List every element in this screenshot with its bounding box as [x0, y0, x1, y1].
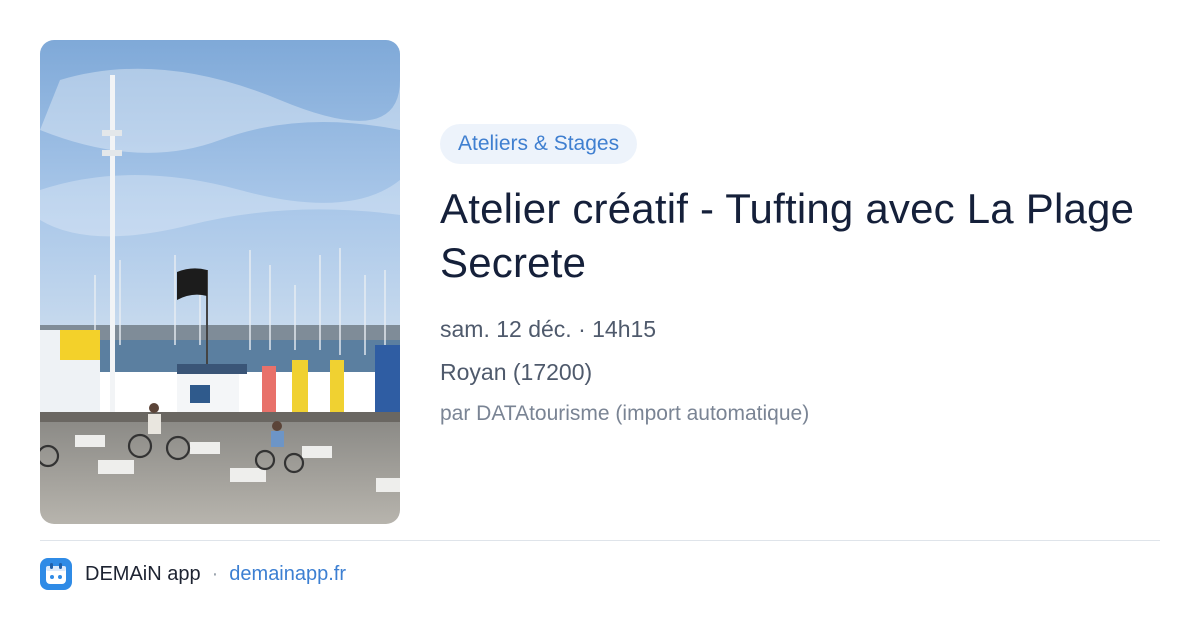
footer: DEMAiN app · demainapp.fr	[40, 558, 346, 590]
demain-app-icon[interactable]	[40, 558, 72, 590]
app-name: DEMAiN app	[85, 562, 201, 585]
event-source: par DATAtourisme (import automatique)	[440, 402, 810, 425]
event-details: Ateliers & Stages Atelier créatif - Tuft…	[440, 124, 1160, 426]
app-url-link[interactable]: demainapp.fr	[229, 563, 346, 586]
footer-divider	[40, 540, 1160, 541]
event-location: Royan (17200)	[440, 359, 593, 385]
category-badge[interactable]: Ateliers & Stages	[440, 124, 638, 164]
harbor-photo	[40, 40, 400, 524]
event-title[interactable]: Atelier créatif - Tufting avec La Plage …	[440, 182, 1160, 290]
event-photo[interactable]	[40, 40, 400, 524]
footer-separator: ·	[211, 562, 219, 585]
event-datetime: sam. 12 déc. · 14h15	[440, 316, 657, 342]
